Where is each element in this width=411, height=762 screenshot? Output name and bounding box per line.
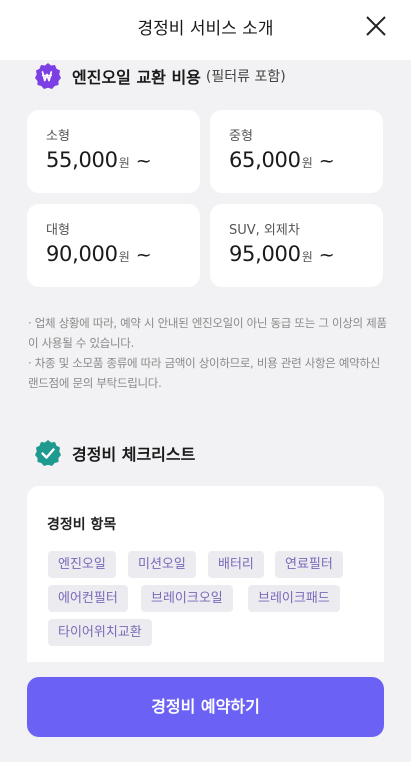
- close-icon: [366, 16, 386, 36]
- price-card-suv: SUV, 외제차 95,000 원 ~: [210, 204, 383, 287]
- price-amount: 95,000: [229, 242, 301, 266]
- close-button[interactable]: [363, 13, 389, 39]
- book-maintenance-button[interactable]: 경정비 예약하기: [27, 677, 384, 737]
- price-unit: 원: [301, 156, 313, 170]
- price-card-large: 대형 90,000 원 ~: [27, 204, 200, 287]
- price-unit: 원: [118, 250, 130, 264]
- price-suffix: ~: [318, 150, 335, 172]
- check-badge-icon: [34, 439, 62, 467]
- price-suffix: ~: [135, 244, 152, 266]
- price-unit: 원: [301, 250, 313, 264]
- price-suffix: ~: [135, 150, 152, 172]
- price-amount: 90,000: [46, 242, 118, 266]
- won-icon: [34, 62, 62, 90]
- price-amount: 65,000: [229, 148, 301, 172]
- header-bar: 경정비 서비스 소개: [0, 0, 411, 60]
- price-label: SUV, 외제차: [229, 223, 300, 238]
- oil-section-title: 엔진오일 교환 비용: [72, 68, 201, 87]
- checklist-card-title: 경정비 항목: [47, 517, 117, 533]
- checklist-chip[interactable]: 브레이크패드: [248, 585, 340, 612]
- price-unit: 원: [118, 156, 130, 170]
- price-label: 소형: [46, 129, 70, 144]
- checklist-card: 경정비 항목 엔진오일 미션오일 배터리 연료필터 에어컨필터 브레이크오일 브…: [27, 486, 384, 676]
- price-notice: · 업체 상황에 따라, 예약 시 안내된 엔진오일이 아닌 동급 또는 그 이…: [28, 313, 388, 393]
- checklist-chip[interactable]: 연료필터: [275, 551, 343, 578]
- checklist-section-title: 경정비 체크리스트: [72, 445, 196, 464]
- price-amount: 55,000: [46, 148, 118, 172]
- price-suffix: ~: [318, 244, 335, 266]
- checklist-chip[interactable]: 에어컨필터: [48, 585, 128, 612]
- price-card-small: 소형 55,000 원 ~: [27, 110, 200, 193]
- checklist-chip[interactable]: 배터리: [208, 551, 264, 578]
- oil-section-subtitle: (필터류 포함): [205, 69, 286, 85]
- oil-section-heading: 엔진오일 교환 비용 (필터류 포함): [34, 62, 286, 90]
- price-label: 대형: [46, 223, 70, 238]
- notice-text: · 차종 및 소모품 종류에 따라 금액이 상이하므로, 비용 관련 사항은 예…: [28, 356, 381, 390]
- price-card-medium: 중형 65,000 원 ~: [210, 110, 383, 193]
- checklist-chip[interactable]: 미션오일: [128, 551, 196, 578]
- checklist-chip[interactable]: 타이어위치교환: [48, 619, 152, 646]
- checklist-section-heading: 경정비 체크리스트: [34, 439, 195, 467]
- notice-text: · 업체 상황에 따라, 예약 시 안내된 엔진오일이 아닌 동급 또는 그 이…: [28, 316, 387, 350]
- checklist-chip[interactable]: 브레이크오일: [141, 585, 233, 612]
- checklist-chip[interactable]: 엔진오일: [48, 551, 116, 578]
- price-label: 중형: [229, 129, 253, 144]
- page-title: 경정비 서비스 소개: [137, 19, 274, 39]
